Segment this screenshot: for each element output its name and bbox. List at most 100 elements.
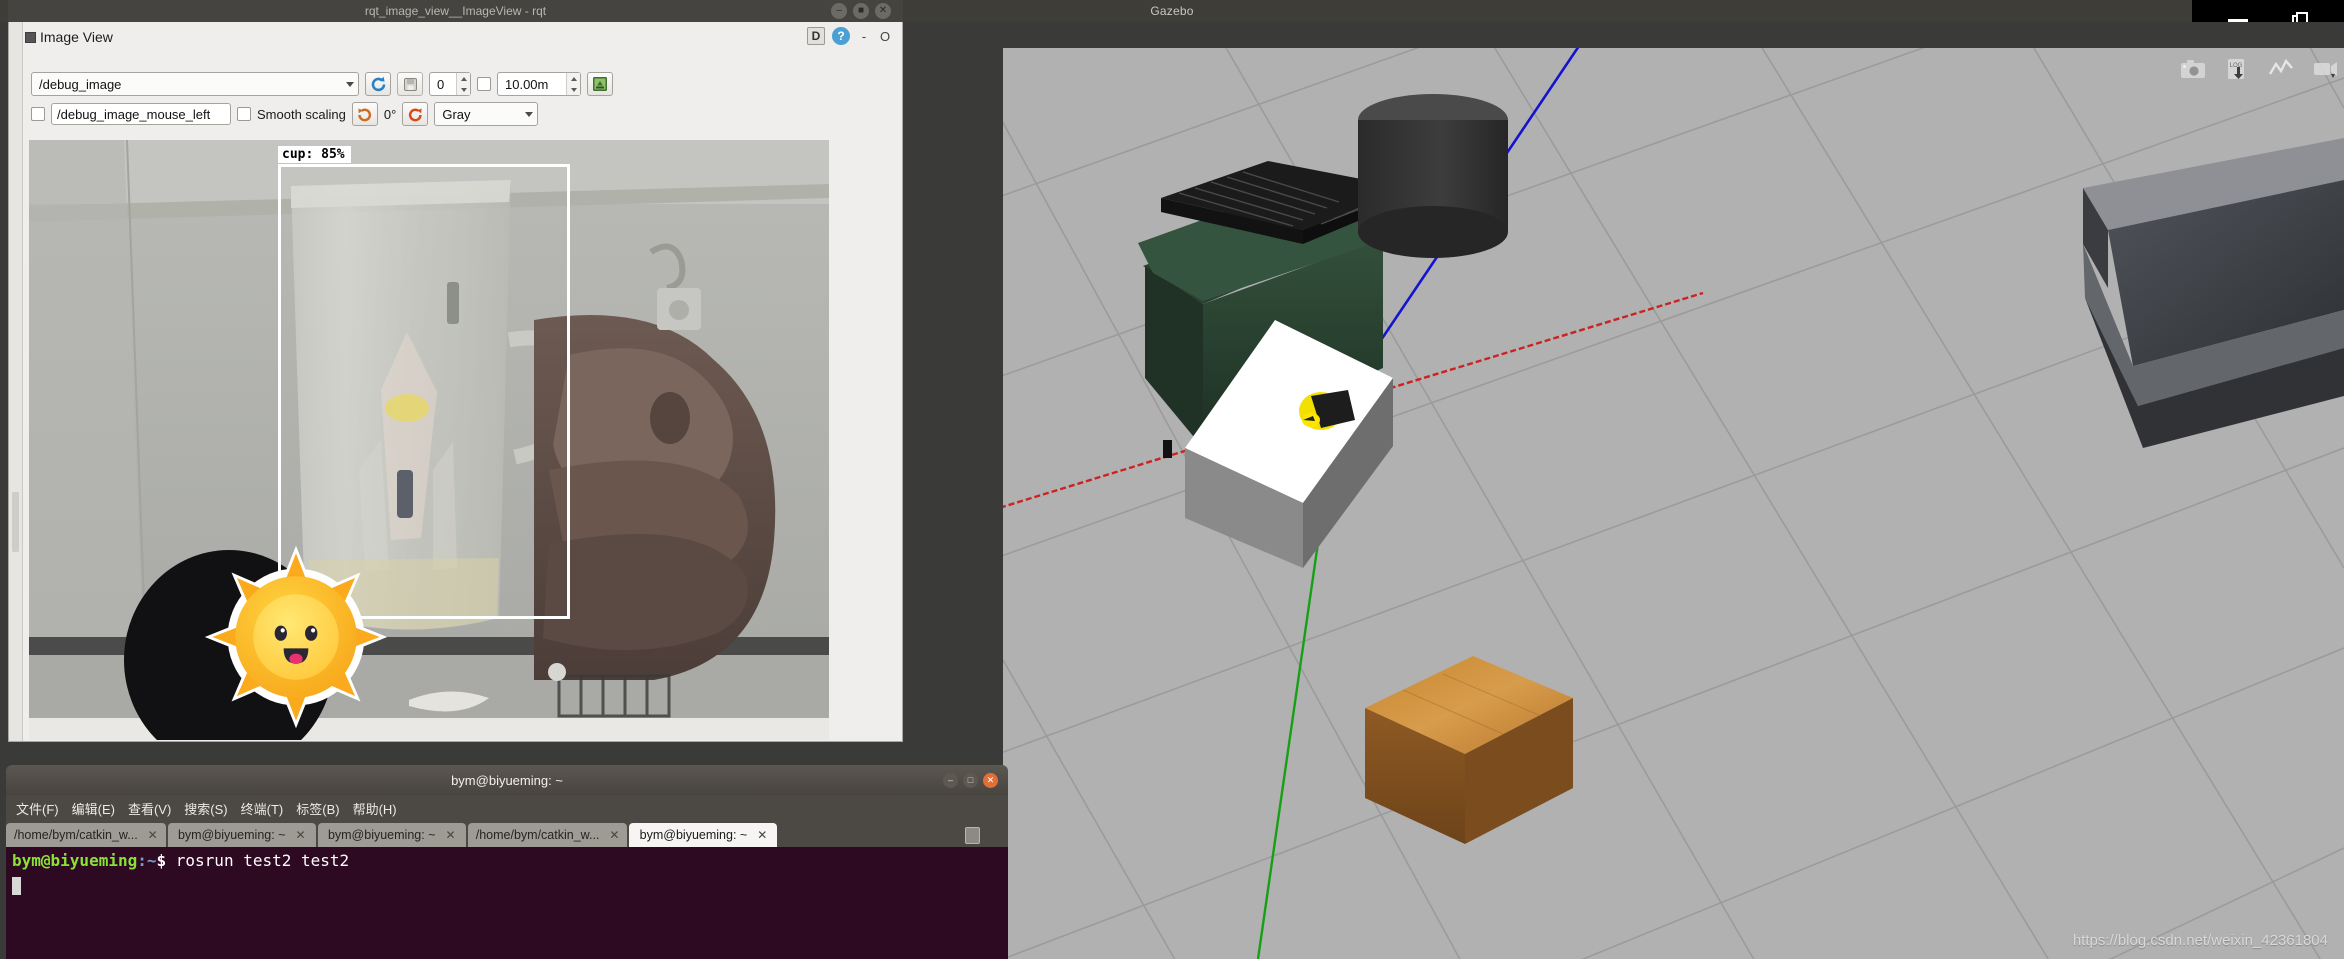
menu-tabs[interactable]: 标签(B): [296, 799, 339, 818]
terminal-tab-extras: [965, 823, 1008, 847]
terminal-line-1: bym@biyueming:~$ rosrun test2 test2: [12, 851, 1002, 870]
chevron-down-icon: [346, 81, 354, 87]
publish-image-button[interactable]: [587, 72, 613, 96]
terminal-minimize-button[interactable]: –: [943, 773, 958, 788]
save-image-button[interactable]: [397, 72, 423, 96]
terminal-tab-2[interactable]: bym@biyueming: ~ ✕: [167, 823, 316, 847]
menu-edit[interactable]: 编辑(E): [72, 799, 115, 818]
tab-menu-chevron-down-icon[interactable]: [992, 832, 1000, 838]
smiling-sun-sticker: [204, 545, 388, 729]
save-image-icon: [403, 77, 417, 91]
image-display-area[interactable]: cup: 85%: [29, 140, 829, 740]
terminal-line-2: [12, 873, 1002, 896]
menu-search[interactable]: 搜索(S): [184, 799, 227, 818]
cylinder-model: [1358, 94, 1508, 258]
terminal-tab-2-label: bym@biyueming: ~: [177, 828, 286, 842]
rqt-splitter-handle[interactable]: [12, 492, 19, 552]
spin-down-icon[interactable]: [460, 87, 467, 92]
detection-label: cup: 85%: [278, 146, 351, 163]
terminal-close-button[interactable]: ✕: [983, 773, 998, 788]
rqt-maximize-button[interactable]: ■: [853, 3, 869, 19]
terminal-cursor: [12, 877, 21, 895]
terminal-tab-1[interactable]: /home/bym/catkin_w... ✕: [6, 823, 166, 847]
terminal-window: bym@biyueming: ~ – □ ✕ 文件(F) 编辑(E) 查看(V)…: [0, 765, 1008, 959]
terminal-tab-4[interactable]: /home/bym/catkin_w... ✕: [467, 823, 628, 847]
rqt-minimize-button[interactable]: –: [831, 3, 847, 19]
colormap-value: Gray: [442, 106, 471, 122]
rqt-titlebar: rqt_image_view__ImageView - rqt – ■ ✕: [8, 0, 903, 22]
image-view-toolbar-row-2: /debug_image_mouse_left Smooth scaling 0…: [31, 102, 896, 126]
refresh-topics-button[interactable]: [365, 72, 391, 96]
terminal-screen[interactable]: bym@biyueming:~$ rosrun test2 test2: [6, 847, 1008, 959]
smooth-scaling-label: Smooth scaling: [257, 106, 346, 122]
rotate-left-button[interactable]: [351, 102, 378, 126]
close-button[interactable]: O: [878, 29, 892, 44]
terminal-tabbar: /home/bym/catkin_w... ✕ bym@biyueming: ~…: [6, 821, 1008, 847]
frame-number-spinbox[interactable]: 0: [429, 72, 471, 96]
refresh-icon: [371, 76, 385, 91]
menu-help[interactable]: 帮助(H): [353, 799, 397, 818]
colormap-chevron-down-icon: [525, 111, 534, 117]
rqt-left-rail: [9, 22, 23, 741]
menu-terminal[interactable]: 终端(T): [241, 799, 284, 818]
terminal-tab-3[interactable]: bym@biyueming: ~ ✕: [317, 823, 466, 847]
mouse-topic-value: /debug_image_mouse_left: [57, 106, 211, 122]
range-spin-down-icon[interactable]: [570, 87, 577, 92]
max-range-checkbox[interactable]: [477, 77, 491, 91]
range-spin-up-icon[interactable]: [570, 76, 577, 81]
max-range-value: 10.00m: [505, 76, 549, 92]
close-icon[interactable]: ✕: [148, 828, 158, 842]
terminal-tab-5[interactable]: bym@biyueming: ~ ✕: [629, 823, 778, 847]
menu-view[interactable]: 查看(V): [128, 799, 171, 818]
gazebo-3d-viewport[interactable]: [1003, 48, 2344, 959]
float-button[interactable]: -: [857, 29, 871, 44]
plot-icon[interactable]: [2268, 58, 2294, 80]
gazebo-right-toolbar[interactable]: LOG: [2180, 58, 2338, 80]
camera-icon[interactable]: [2180, 58, 2206, 80]
panel-header-buttons: D ? - O: [807, 27, 892, 45]
help-button[interactable]: ?: [832, 27, 850, 45]
rqt-window: rqt_image_view__ImageView - rqt – ■ ✕ Im…: [8, 0, 903, 742]
terminal-menubar: 文件(F) 编辑(E) 查看(V) 搜索(S) 终端(T) 标签(B) 帮助(H…: [6, 795, 1008, 821]
rqt-body: Image View D ? - O /debug_image 0 10.00m…: [8, 22, 903, 742]
terminal-titlebar: bym@biyueming: ~ – □ ✕: [6, 765, 1008, 795]
range-spin-arrows[interactable]: [566, 73, 580, 95]
svg-text:LOG: LOG: [2230, 63, 2243, 69]
image-view-panel-header: Image View D ? - O: [25, 26, 898, 48]
smooth-scaling-checkbox[interactable]: [237, 107, 251, 121]
close-icon[interactable]: ✕: [295, 828, 305, 842]
max-range-spinbox[interactable]: 10.00m: [497, 72, 581, 96]
dock-button[interactable]: D: [807, 27, 825, 45]
mouse-topic-input[interactable]: /debug_image_mouse_left: [51, 103, 231, 125]
menu-file[interactable]: 文件(F): [16, 799, 59, 818]
topic-combo[interactable]: /debug_image: [31, 72, 359, 96]
dock-widget-icon: [25, 31, 36, 43]
close-icon[interactable]: ✕: [609, 828, 619, 842]
terminal-prompt-path: :~: [137, 851, 157, 870]
tab-list-icon[interactable]: [965, 826, 980, 844]
rotate-right-icon: [408, 108, 422, 121]
rotate-right-button[interactable]: [402, 102, 429, 126]
terminal-prompt-symbol: $: [156, 851, 167, 870]
terminal-tab-1-label: /home/bym/catkin_w...: [14, 828, 138, 842]
gazebo-scene: [1003, 48, 2344, 959]
csdn-watermark: https://blog.csdn.net/weixin_42361804: [2072, 932, 2328, 949]
publish-image-icon: [593, 77, 607, 91]
close-icon[interactable]: ✕: [445, 828, 455, 842]
close-icon[interactable]: ✕: [757, 828, 767, 842]
terminal-tab-5-label: bym@biyueming: ~: [639, 828, 748, 842]
colormap-combo[interactable]: Gray: [434, 102, 539, 126]
log-download-icon[interactable]: LOG: [2224, 58, 2250, 80]
terminal-window-buttons: – □ ✕: [943, 773, 998, 788]
terminal-window-title: bym@biyueming: ~: [451, 772, 563, 788]
image-view-toolbar-row-1: /debug_image 0 10.00m: [31, 72, 896, 96]
spin-arrows[interactable]: [456, 73, 470, 95]
mouse-publish-checkbox[interactable]: [31, 107, 45, 121]
video-record-icon[interactable]: [2312, 58, 2338, 80]
rqt-window-buttons: – ■ ✕: [831, 3, 891, 19]
spin-up-icon[interactable]: [460, 76, 467, 81]
gazebo-window-title: Gazebo: [1150, 4, 1194, 18]
terminal-maximize-button[interactable]: □: [963, 773, 978, 788]
rotate-left-icon: [358, 108, 372, 121]
rqt-close-button[interactable]: ✕: [875, 3, 891, 19]
